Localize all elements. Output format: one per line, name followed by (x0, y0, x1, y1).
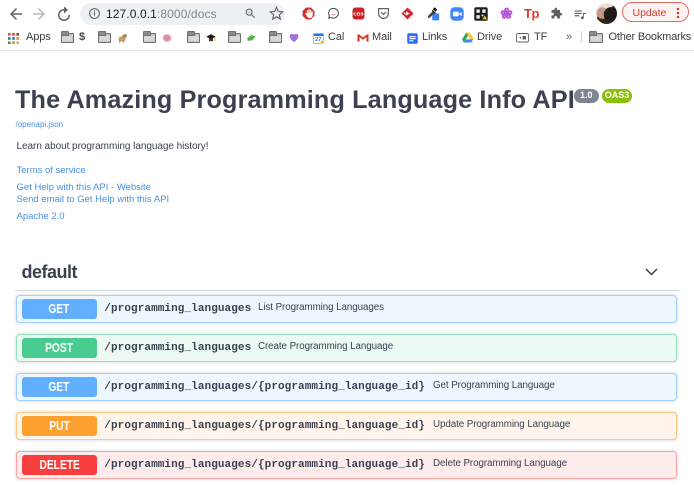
svg-text:27: 27 (315, 37, 321, 43)
svg-text:CBS: CBS (353, 12, 364, 18)
